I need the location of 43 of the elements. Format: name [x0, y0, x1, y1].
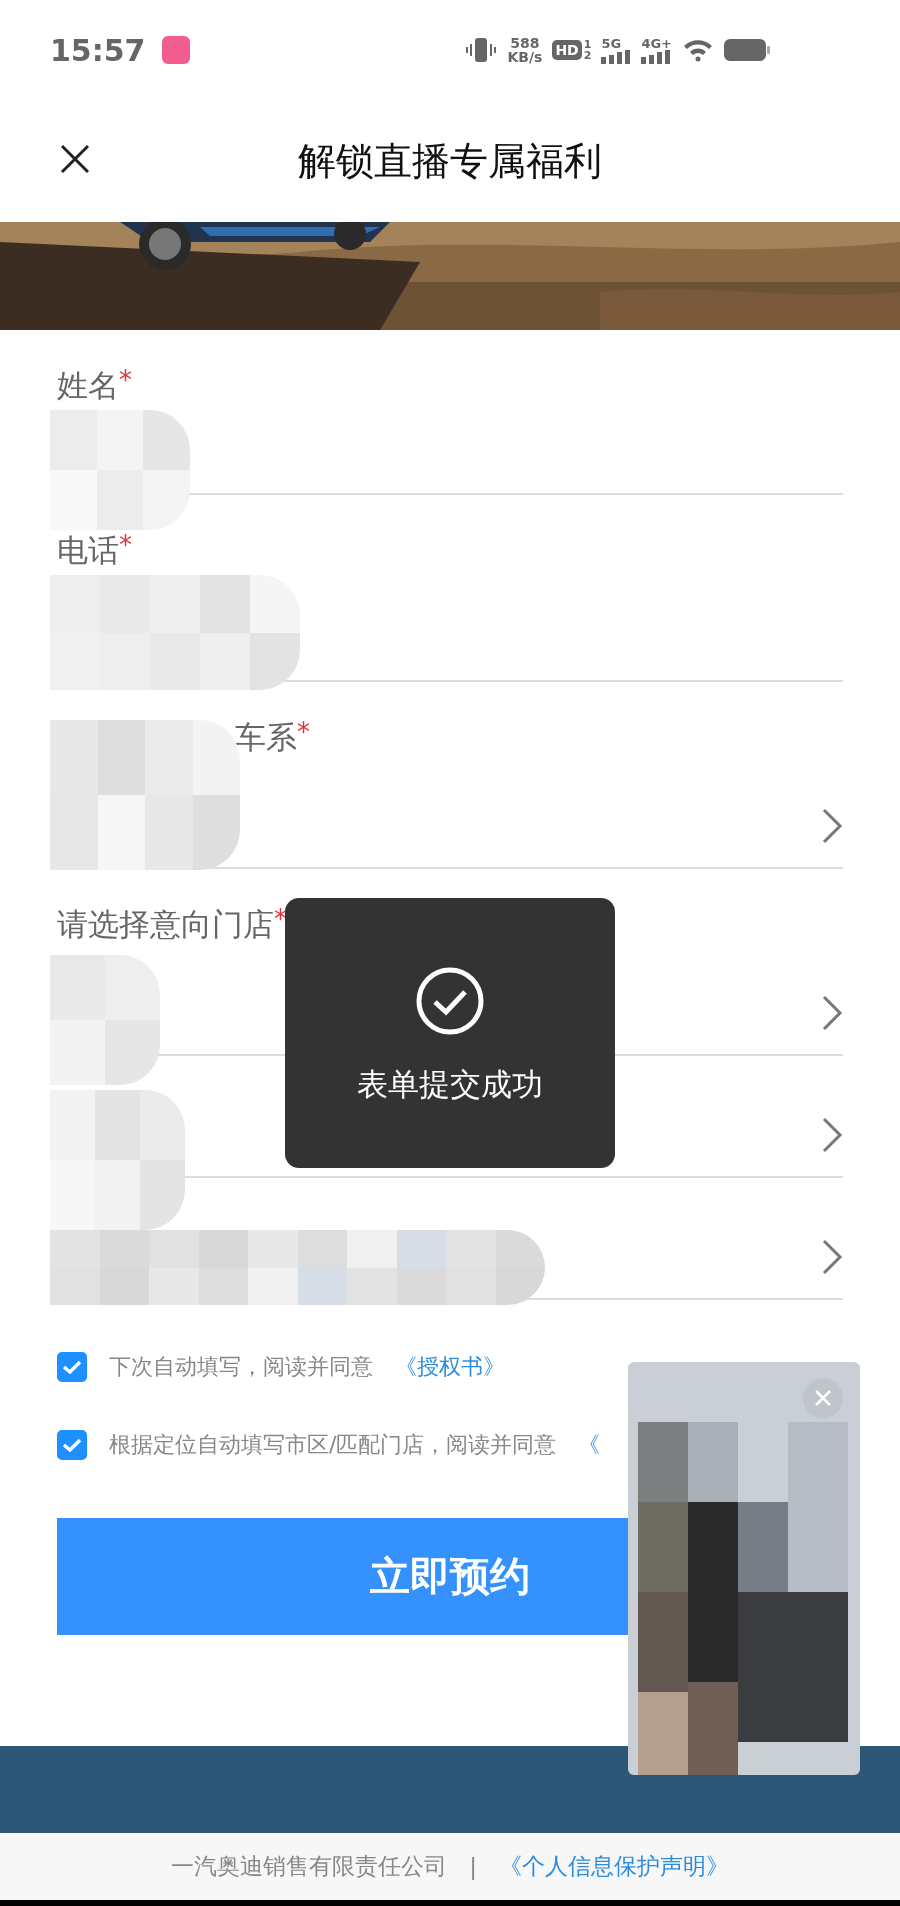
checkbox[interactable] — [57, 1430, 87, 1460]
privacy-link[interactable]: 《个人信息保护声明》 — [498, 1851, 729, 1882]
separator: | — [469, 1853, 477, 1880]
vibrate-icon — [465, 36, 498, 64]
page-title: 解锁直播专属福利 — [298, 137, 602, 185]
chevron-right-icon[interactable] — [821, 994, 843, 1032]
checkmark-icon — [62, 1359, 82, 1375]
wifi-icon — [682, 38, 714, 62]
network-speed: 588 — [510, 36, 540, 50]
field-label: 电话 — [57, 532, 119, 568]
check-circle-icon — [415, 966, 485, 1036]
agreement-text: 下次自动填写，阅读并同意 — [109, 1353, 373, 1381]
chevron-right-icon[interactable] — [821, 1116, 843, 1154]
required-mark: * — [297, 717, 310, 747]
chevron-right-icon[interactable] — [821, 807, 843, 845]
close-button[interactable] — [58, 142, 92, 176]
submit-button[interactable]: 立即预约 — [57, 1518, 628, 1635]
agreement-link[interactable]: 《授权书》 — [395, 1352, 505, 1382]
sim-number: 1 — [583, 39, 592, 50]
company-name: 一汽奥迪销售有限责任公司 — [171, 1852, 448, 1881]
sim-number: 2 — [583, 50, 592, 61]
network-type: 4G+ — [641, 36, 672, 50]
status-time: 15:57 — [50, 32, 146, 68]
checkbox[interactable] — [57, 1352, 87, 1382]
signal-icon — [641, 49, 672, 64]
agreement-text: 根据定位自动填写市区/匹配门店，阅读并同意 — [109, 1431, 557, 1459]
required-mark: * — [119, 365, 132, 395]
network-type: 5G — [601, 36, 622, 50]
agreement-link[interactable]: 《 — [578, 1430, 601, 1460]
speed-unit: KB/s — [507, 50, 543, 64]
field-label: 车系 — [235, 719, 297, 755]
field-label: 姓名 — [57, 367, 119, 403]
required-mark: * — [119, 530, 132, 560]
toast-message: 表单提交成功 — [357, 1065, 543, 1104]
close-icon — [58, 142, 92, 176]
app-notification-icon — [161, 36, 190, 64]
battery-icon — [724, 38, 770, 62]
field-label: 请选择意向门店 — [57, 906, 274, 942]
checkmark-icon — [62, 1437, 82, 1453]
chevron-right-icon[interactable] — [821, 1238, 843, 1276]
signal-icon — [601, 49, 632, 64]
hd-badge: HD — [552, 40, 582, 60]
close-icon — [814, 1389, 832, 1407]
